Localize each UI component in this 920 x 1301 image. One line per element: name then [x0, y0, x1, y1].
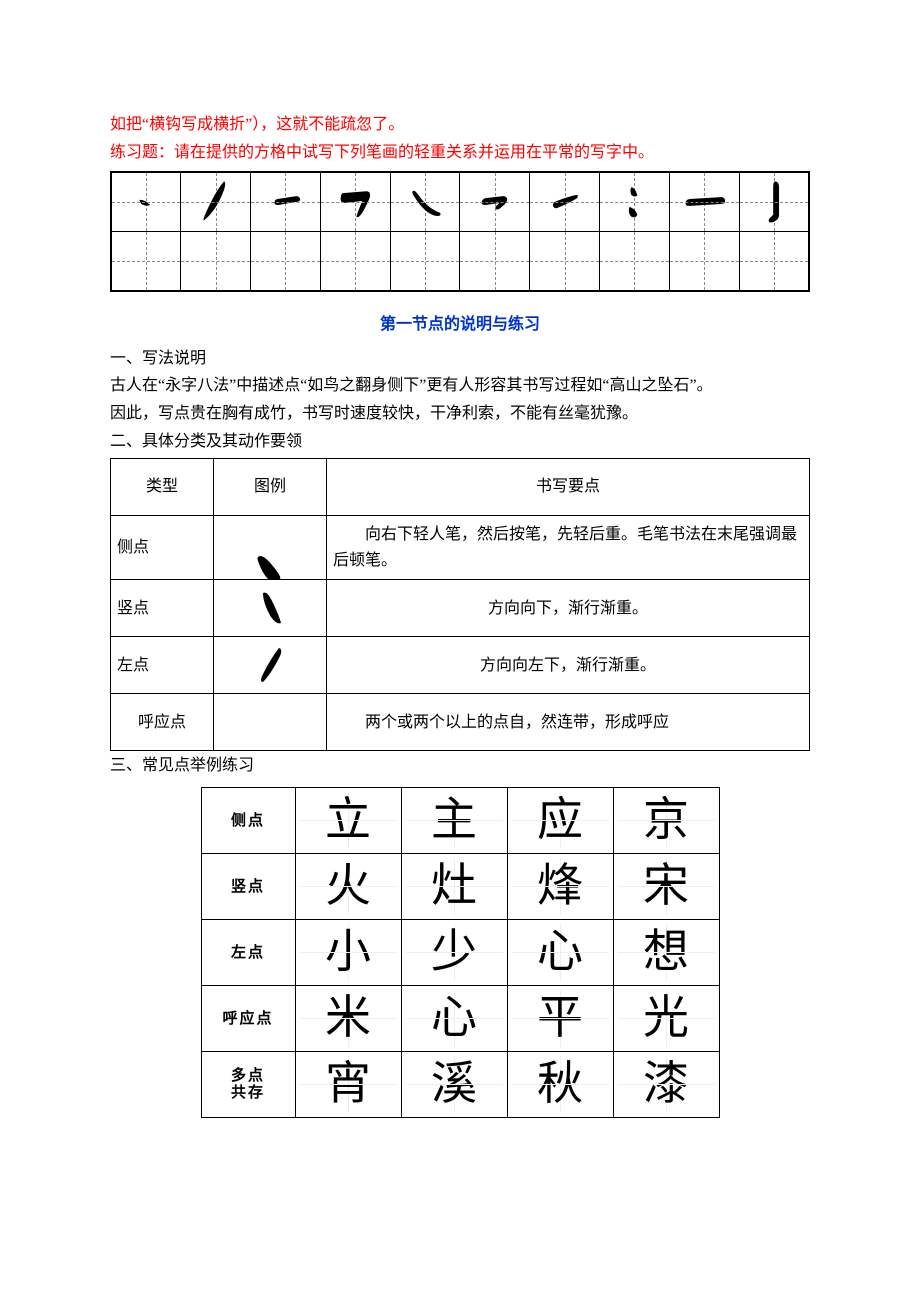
stroke-tiao-icon [530, 173, 599, 231]
intro-line-1: 如把“横钩写成横折”），这就不能疏忽了。 [110, 112, 810, 138]
stroke-cell[interactable] [390, 172, 460, 232]
stroke-pie-icon [181, 173, 250, 231]
document-page: 如把“横钩写成横折”），这就不能疏忽了。 练习题：请在提供的方格中试写下列笔画的… [0, 0, 920, 1158]
exm-row-label: 竖点 [201, 853, 295, 919]
exm-char-cell: 立 [295, 787, 401, 853]
exm-char-cell: 京 [613, 787, 719, 853]
spec-row-glyph [214, 637, 327, 694]
stroke-cell[interactable] [530, 172, 600, 232]
stroke-cell-empty[interactable] [600, 232, 670, 292]
spec-row-type: 左点 [111, 637, 214, 694]
exm-char-cell: 宋 [613, 853, 719, 919]
exm-char-cell: 心 [507, 919, 613, 985]
exm-char-cell: 小 [295, 919, 401, 985]
stroke-cell-empty[interactable] [251, 232, 321, 292]
stroke-cell[interactable] [669, 172, 739, 232]
stroke-cell[interactable] [320, 172, 390, 232]
stroke-cell-empty[interactable] [530, 232, 600, 292]
stroke-henggou-icon [321, 173, 390, 231]
exm-char-cell: 想 [613, 919, 719, 985]
spec-row-type: 侧点 [111, 516, 214, 580]
body-1b: 因此，写点贵在胸有成竹，书写时速度较快，干净利索，不能有丝毫犹豫。 [110, 401, 810, 427]
stroke-cell-empty[interactable] [390, 232, 460, 292]
spec-row-glyph [214, 580, 327, 637]
exm-char-cell: 火 [295, 853, 401, 919]
cedian-glyph-icon [240, 543, 300, 579]
exm-char-cell: 米 [295, 985, 401, 1051]
exm-char-cell: 宵 [295, 1051, 401, 1117]
stroke-practice-grid [110, 171, 810, 292]
stroke-cell[interactable] [251, 172, 321, 232]
exm-char-cell: 应 [507, 787, 613, 853]
stroke-cell[interactable] [460, 172, 530, 232]
exm-char-cell: 光 [613, 985, 719, 1051]
exm-row-label: 左点 [201, 919, 295, 985]
spec-row-desc: 方向向左下，渐行渐重。 [327, 637, 810, 694]
exm-char-cell: 主 [401, 787, 507, 853]
spec-h-glyph: 图例 [214, 459, 327, 516]
exm-char-cell: 平 [507, 985, 613, 1051]
spec-row-glyph [214, 694, 327, 751]
stroke-cell-empty[interactable] [111, 232, 181, 292]
exm-row-label: 侧点 [201, 787, 295, 853]
stroke-cell-empty[interactable] [460, 232, 530, 292]
stroke-cell-empty[interactable] [669, 232, 739, 292]
intro-line-2: 练习题：请在提供的方格中试写下列笔画的轻重关系并运用在平常的写字中。 [110, 140, 810, 166]
exm-char-cell: 烽 [507, 853, 613, 919]
stroke-heng-icon [670, 173, 739, 231]
stroke-hengpie-short-icon [460, 173, 529, 231]
exm-char-cell: 少 [401, 919, 507, 985]
heading-2: 二、具体分类及其动作要领 [110, 429, 810, 455]
spec-row-type: 竖点 [111, 580, 214, 637]
exm-char-cell: 溪 [401, 1051, 507, 1117]
stroke-cell-empty[interactable] [739, 232, 809, 292]
stroke-na-icon [391, 173, 460, 231]
stroke-cell-empty[interactable] [320, 232, 390, 292]
spec-h-type: 类型 [111, 459, 214, 516]
stroke-cell[interactable] [181, 172, 251, 232]
stroke-cell[interactable] [600, 172, 670, 232]
exm-char-cell: 漆 [613, 1051, 719, 1117]
stroke-short-heng-icon [251, 173, 320, 231]
zuodian-glyph-icon [249, 644, 291, 686]
stroke-shugou-icon [740, 173, 808, 231]
exm-char-cell: 秋 [507, 1051, 613, 1117]
body-1a: 古人在“永字八法”中描述点“如鸟之翻身侧下”更有人形容其书写过程如“高山之坠石”… [110, 373, 810, 399]
section-title: 第一节点的说明与练习 [110, 312, 810, 338]
spec-row-desc: 向右下轻人笔，然后按笔，先轻后重。毛笔书法在末尾强调最后顿笔。 [327, 516, 810, 580]
stroke-cell[interactable] [111, 172, 181, 232]
stroke-double-dot-icon [600, 173, 669, 231]
stroke-cell[interactable] [739, 172, 809, 232]
exm-char-cell: 灶 [401, 853, 507, 919]
spec-table: 类型 图例 书写要点 侧点 向右下轻人笔，然后按笔，先轻后重。毛笔书法在末尾强调… [110, 458, 810, 751]
spec-h-desc: 书写要点 [327, 459, 810, 516]
spec-row-desc: 方向向下，渐行渐重。 [327, 580, 810, 637]
example-char-table: 侧点 立 主 应 京 竖点 火 灶 烽 宋 左点 小 少 心 想 呼应点 [201, 787, 720, 1118]
spec-row-type: 呼应点 [111, 694, 214, 751]
shudian-glyph-icon [249, 587, 291, 629]
stroke-cell-empty[interactable] [181, 232, 251, 292]
stroke-dot-icon [112, 173, 180, 231]
heading-1: 一、写法说明 [110, 346, 810, 372]
heading-3: 三、常见点举例练习 [110, 753, 810, 779]
exm-row-label: 呼应点 [201, 985, 295, 1051]
spec-row-desc: 两个或两个以上的点自，然连带，形成呼应 [327, 694, 810, 751]
exm-row-label: 多点共存 [201, 1051, 295, 1117]
exm-char-cell: 心 [401, 985, 507, 1051]
spec-row-glyph [214, 516, 327, 580]
